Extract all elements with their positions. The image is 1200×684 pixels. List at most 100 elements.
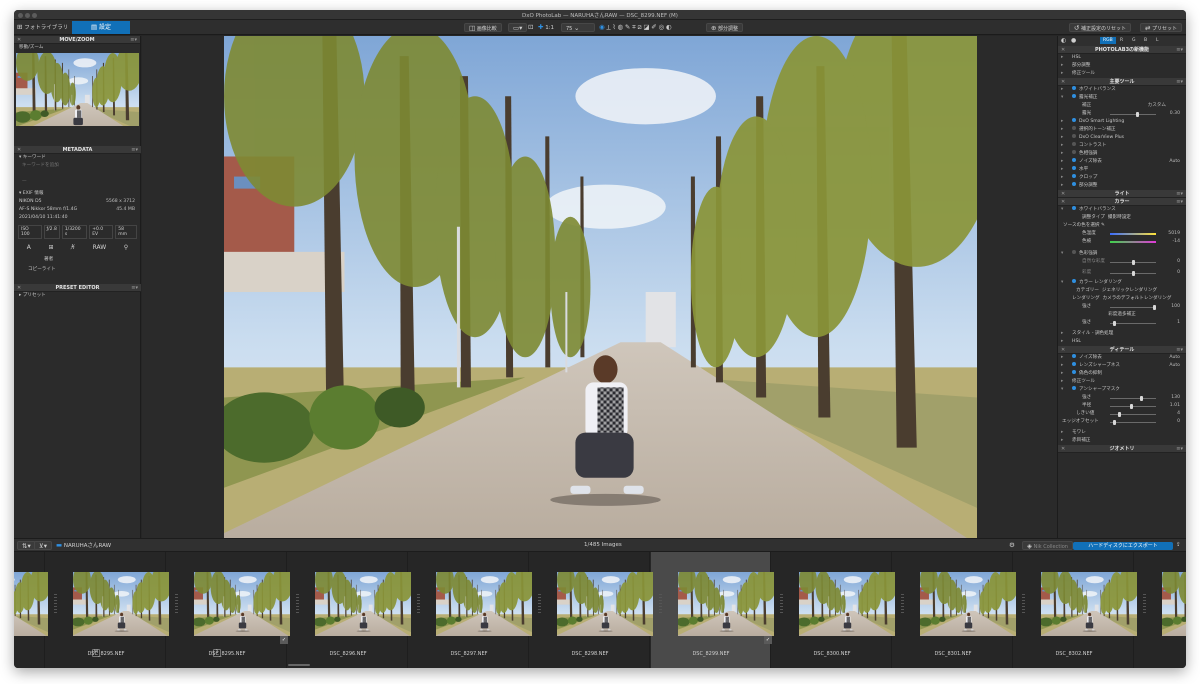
protect-slider[interactable]	[1110, 320, 1156, 326]
picker-row[interactable]: ソースの色を選択 ✎	[1058, 222, 1186, 230]
filter-button[interactable]: ⊻▾	[34, 541, 53, 550]
checkmark-icon[interactable]: ✓	[280, 636, 288, 644]
enabled-icon[interactable]	[1072, 386, 1076, 390]
enabled-icon[interactable]	[1072, 279, 1076, 283]
close-panel-icon[interactable]: ✕	[17, 146, 21, 154]
close-panel-icon[interactable]: ✕	[1061, 198, 1065, 206]
close-panel-icon[interactable]: ✕	[1061, 190, 1065, 198]
preset-row[interactable]: ▸ プリセット	[14, 292, 141, 300]
zoom-level-select[interactable]: 75 ⌄	[561, 23, 595, 32]
enabled-icon[interactable]	[1072, 86, 1076, 90]
eye-icon[interactable]: ◎	[659, 23, 665, 32]
tool-color-rendering[interactable]: カラー レンダリング	[1058, 279, 1186, 287]
reset-corrections-button[interactable]: ↺ 補正設定のリセット	[1069, 23, 1132, 32]
unsharp-radius-slider[interactable]	[1110, 403, 1156, 409]
tab-rgb[interactable]: RGB	[1100, 37, 1116, 44]
filmstrip-thumbnail[interactable]: ✓ 1 DSC_8295.NEF	[167, 552, 290, 668]
checkmark-icon[interactable]: ✓	[764, 636, 772, 644]
share-icon[interactable]: ⇪	[1176, 541, 1181, 550]
auto-correct-icon[interactable]: ◉	[599, 23, 605, 32]
red-eye-icon[interactable]: ◍	[617, 23, 623, 32]
close-panel-icon[interactable]: ✕	[1061, 46, 1065, 54]
crop-icon[interactable]: ⌗	[632, 23, 636, 32]
tool-vibrancy[interactable]: 色相強調	[1058, 150, 1186, 158]
filmstrip-thumbnail[interactable]	[14, 552, 48, 668]
saturation-slider[interactable]	[1110, 270, 1156, 276]
tool-hsl-color[interactable]: HSL	[1058, 338, 1186, 346]
tool-clearview[interactable]: DxO ClearView Plus	[1058, 134, 1186, 142]
wb-type-value[interactable]: 撮影時設定	[1108, 215, 1131, 220]
image-viewer[interactable]	[142, 36, 1057, 538]
exposure-mode-row[interactable]: 補正 カスタム	[1058, 102, 1186, 110]
enabled-icon[interactable]	[1072, 370, 1076, 374]
tool-contrast[interactable]: コントラスト	[1058, 142, 1186, 150]
repair-icon[interactable]: ✎	[625, 23, 630, 32]
tool-crop[interactable]: クロップ	[1058, 174, 1186, 182]
brush-icon[interactable]: ✐	[651, 23, 656, 32]
detail-header[interactable]: ✕ ディテール ≡▾	[1058, 346, 1186, 354]
tool-vibrancy-color[interactable]: 色彩強調	[1058, 250, 1186, 258]
enabled-icon[interactable]	[1072, 118, 1076, 122]
tool-selective-tone[interactable]: 選択的トーン補正	[1058, 126, 1186, 134]
tool-noise[interactable]: ノイズ除去 Auto	[1058, 158, 1186, 166]
drag-grip-icon[interactable]	[54, 594, 57, 614]
tool-horizon[interactable]: 水平	[1058, 166, 1186, 174]
preset-button[interactable]: ⇄ プリセット	[1140, 23, 1183, 32]
tool-local-adjust[interactable]: 部分調整	[1058, 62, 1186, 70]
tab-settings[interactable]: ▤ 設定	[72, 21, 130, 34]
tool-repair-detail[interactable]: 修正ツール	[1058, 378, 1186, 386]
tool-red-eye[interactable]: 赤目補正	[1058, 437, 1186, 445]
close-panel-icon[interactable]: ✕	[1061, 445, 1065, 453]
protect-value[interactable]: 1	[1177, 319, 1180, 327]
tab-g[interactable]: G	[1132, 37, 1136, 44]
tab-l[interactable]: L	[1156, 37, 1159, 44]
close-panel-icon[interactable]: ✕	[1061, 78, 1065, 86]
enabled-icon[interactable]	[1072, 182, 1076, 186]
panel-menu-icon[interactable]: ≡▾	[131, 284, 138, 292]
filmstrip[interactable]: DSC_8302.NEF DSC_8301.NEF DSC_8300.NEF ✓ DSC…	[14, 552, 1186, 668]
filmstrip-thumbnail[interactable]: DSC_8297.NEF	[409, 552, 532, 668]
filmstrip-thumbnail[interactable]: M DSC_8295.NEF	[46, 552, 169, 668]
wb-type-row[interactable]: 調整タイプ 撮影時設定	[1058, 214, 1186, 222]
filmstrip-thumbnail[interactable]: ✓ DSC_8299.NEF	[651, 552, 774, 668]
saturation-value[interactable]: 0	[1177, 269, 1180, 277]
export-button[interactable]: ハードディスクにエクスポート	[1073, 542, 1173, 550]
strength-value[interactable]: 100	[1171, 303, 1180, 311]
noise-value[interactable]: Auto	[1169, 158, 1180, 166]
exposure-mode-value[interactable]: カスタム	[1148, 102, 1166, 110]
category-value[interactable]: ジェネリックレンダリング	[1102, 288, 1157, 293]
local-adjust-button[interactable]: ⊕ 部分調整	[706, 23, 744, 32]
unsharp-threshold-slider[interactable]	[1110, 411, 1156, 417]
exposure-slider[interactable]	[1110, 111, 1156, 117]
vibrancy-value[interactable]: 0	[1177, 258, 1180, 266]
drag-grip-icon[interactable]	[659, 594, 662, 614]
disabled-icon[interactable]	[1072, 134, 1076, 138]
sort-button[interactable]: ⇅▾	[17, 541, 36, 550]
filmstrip-thumbnail[interactable]: DSC_8296.NEF	[288, 552, 411, 668]
enabled-icon[interactable]	[1072, 166, 1076, 170]
color-header[interactable]: ✕ カラー ≡▾	[1058, 198, 1186, 206]
disabled-icon[interactable]	[1072, 150, 1076, 154]
filmstrip-thumbnail[interactable]: DSC_8302.NEF	[1014, 552, 1137, 668]
unsharp-edge-value[interactable]: 0	[1177, 418, 1180, 426]
tab-r[interactable]: R	[1120, 37, 1123, 44]
light-header[interactable]: ✕ ライト ≡▾	[1058, 190, 1186, 198]
tool-unsharp-mask[interactable]: アンシャープマスク	[1058, 386, 1186, 394]
tool-white-balance[interactable]: ホワイトバランス	[1058, 86, 1186, 94]
vibrancy-slider[interactable]	[1110, 259, 1156, 265]
filmstrip-thumbnail[interactable]: DSC_8300.NEF	[772, 552, 895, 668]
panel-menu-icon[interactable]: ≡▾	[131, 146, 138, 154]
unsharp-edge-slider[interactable]	[1110, 419, 1156, 425]
category-row[interactable]: カテゴリー ジェネリックレンダリング	[1058, 287, 1186, 295]
disabled-icon[interactable]	[1072, 126, 1076, 130]
drag-grip-icon[interactable]	[1022, 594, 1025, 614]
tool-chromatic[interactable]: 偽色の抑制	[1058, 370, 1186, 378]
tint-slider[interactable]	[1110, 241, 1156, 243]
drag-grip-icon[interactable]	[538, 594, 541, 614]
enabled-icon[interactable]	[1072, 158, 1076, 162]
tint-value[interactable]: -14	[1172, 238, 1180, 246]
panel-menu-icon[interactable]: ≡▾	[130, 36, 137, 44]
drag-grip-icon[interactable]	[901, 594, 904, 614]
moon-icon[interactable]: ◐	[1061, 37, 1066, 44]
enabled-icon[interactable]	[1072, 206, 1076, 210]
